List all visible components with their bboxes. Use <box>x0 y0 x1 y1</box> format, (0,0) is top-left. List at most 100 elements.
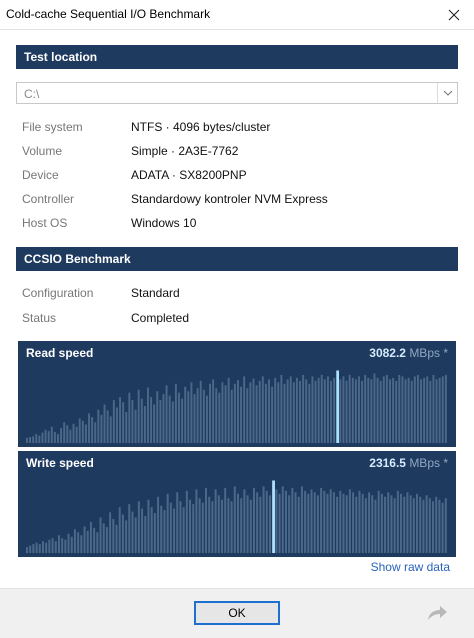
write-speed-bar <box>355 496 358 553</box>
section-header-ccsio-benchmark: CCSIO Benchmark <box>16 247 458 271</box>
write-speed-bar <box>214 489 217 553</box>
read-speed-bar <box>88 413 90 443</box>
write-speed-bar <box>67 533 70 553</box>
read-speed-bar <box>162 394 165 443</box>
info-key: Configuration <box>22 286 94 300</box>
read-speed-bar <box>224 385 227 443</box>
read-speed-bar <box>193 394 196 443</box>
read-speed-bar <box>69 429 72 443</box>
read-speed-bar <box>190 382 193 443</box>
write-speed-bar <box>54 541 57 553</box>
write-speed-bar <box>265 490 268 553</box>
write-speed-bar <box>432 501 434 553</box>
info-row-status: Status Completed <box>22 311 452 327</box>
drive-select[interactable]: C:\ <box>16 82 458 104</box>
ok-button[interactable]: OK <box>194 601 280 625</box>
write-speed-bar <box>32 544 35 553</box>
write-speed-bar <box>185 490 188 553</box>
read-speed-bar <box>268 379 270 443</box>
read-speed-bar <box>53 431 56 443</box>
write-speed-bar <box>336 496 339 553</box>
read-speed-value: 3082.2 <box>369 346 406 360</box>
write-speed-bar <box>444 498 447 553</box>
write-speed-bar <box>83 526 86 553</box>
read-speed-bar <box>227 377 230 443</box>
write-speed-bar <box>259 496 262 553</box>
info-value: Completed <box>131 311 190 325</box>
write-speed-bar <box>77 532 80 553</box>
read-speed-bar <box>75 426 78 443</box>
write-speed-bar <box>205 487 208 553</box>
write-speed-bar <box>307 493 310 553</box>
write-speed-bar <box>403 496 406 553</box>
read-speed-bar <box>432 374 435 443</box>
write-speed-bar <box>125 520 128 553</box>
read-speed-bar <box>171 401 174 443</box>
write-speed-bar <box>438 499 441 553</box>
read-speed-bar <box>212 379 215 443</box>
read-speed-bar <box>271 386 274 443</box>
read-speed-bar <box>137 389 140 443</box>
read-speed-bar <box>317 377 320 443</box>
info-row-configuration: Configuration Standard <box>22 286 452 302</box>
write-speed-bar <box>121 514 124 553</box>
write-speed-bar <box>237 493 239 553</box>
write-speed-bar <box>422 499 425 553</box>
write-speed-bar <box>374 499 377 553</box>
write-speed-bar <box>364 498 367 553</box>
write-speed-bar <box>73 529 76 553</box>
read-speed-bar <box>147 387 149 443</box>
write-speed-bar <box>262 486 265 553</box>
read-speed-bar <box>159 400 162 443</box>
write-speed-bar <box>153 513 156 553</box>
info-row-volume: Volume Simple · 2A3E-7762 <box>22 144 452 160</box>
read-speed-bar <box>407 377 410 443</box>
write-speed-bar <box>45 542 48 553</box>
read-speed-bar <box>199 380 202 443</box>
info-row-device: Device ADATA · SX8200PNP <box>22 168 452 184</box>
read-speed-bar <box>373 373 376 443</box>
read-speed-marker-bar <box>336 370 340 443</box>
read-speed-bar <box>395 380 398 443</box>
info-row-host-os: Host OS Windows 10 <box>22 216 452 232</box>
write-speed-bar <box>361 493 364 553</box>
read-speed-bar <box>81 420 84 443</box>
write-speed-bar <box>217 495 220 553</box>
show-raw-data-link[interactable]: Show raw data <box>371 560 450 574</box>
read-speed-bar <box>215 388 218 443</box>
write-speed-bar <box>384 496 387 553</box>
read-speed-bar <box>140 398 143 443</box>
info-key: Host OS <box>22 216 68 230</box>
write-speed-bar <box>89 521 92 553</box>
write-speed-bar <box>278 493 281 553</box>
window-title: Cold-cache Sequential I/O Benchmark <box>6 7 211 21</box>
write-speed-bar <box>51 538 54 553</box>
write-speed-bar <box>169 502 172 553</box>
write-speed-bar <box>288 495 291 553</box>
write-speed-bar <box>144 516 147 553</box>
read-speed-unit: MBps * <box>409 346 448 360</box>
share-arrow-icon[interactable] <box>426 604 448 622</box>
read-speed-bar <box>289 376 292 443</box>
read-speed-bar <box>249 382 252 443</box>
write-speed-bar <box>182 507 185 553</box>
read-speed-bar <box>398 374 401 443</box>
read-speed-bar <box>358 376 360 443</box>
read-speed-bar <box>35 434 38 443</box>
read-speed-bar <box>243 376 246 443</box>
read-speed-bar <box>416 374 419 443</box>
read-speed-bar <box>342 376 345 443</box>
chevron-down-icon[interactable] <box>437 83 457 103</box>
read-speed-bar <box>367 377 370 443</box>
read-speed-bar <box>413 376 416 443</box>
read-speed-bar <box>401 376 404 443</box>
write-speed-bar <box>102 523 105 553</box>
read-speed-bar <box>165 385 168 443</box>
close-icon[interactable] <box>434 0 474 29</box>
write-speed-bar <box>348 489 351 553</box>
read-speed-bar <box>202 389 205 443</box>
read-speed-bar <box>91 417 94 443</box>
write-speed-bar <box>326 493 329 553</box>
read-speed-bar <box>299 380 301 443</box>
write-speed-bar <box>115 524 118 553</box>
